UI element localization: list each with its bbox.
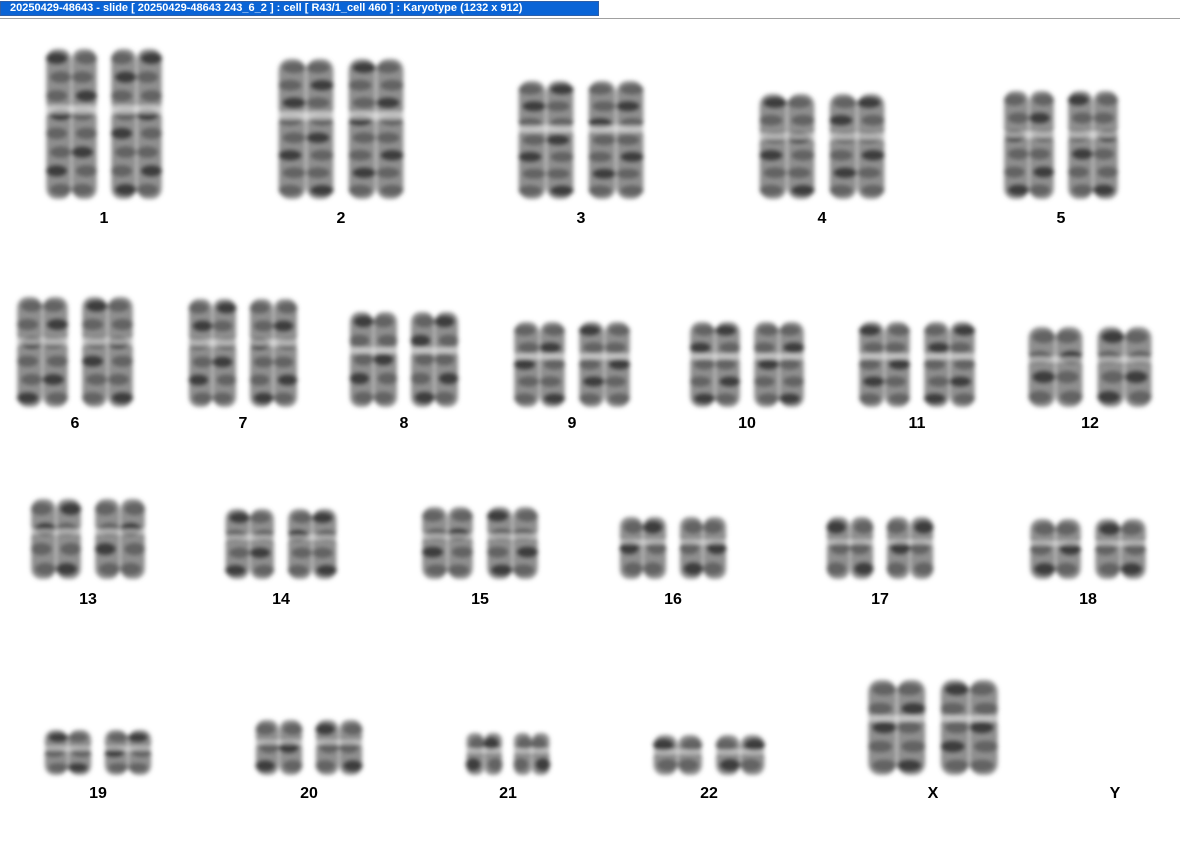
chromosome-9-b[interactable] [572,322,637,407]
chromosome-label-9: 9 [567,415,577,432]
chromosome-11-b[interactable] [917,322,982,407]
chromosome-21-b[interactable] [508,733,555,775]
chromosome-label-11: 11 [908,415,926,432]
chromosome-label-x: X [927,785,939,802]
chromosome-12-b[interactable] [1089,327,1160,407]
window-title-bar: 20250429-48643 - slide [ 20250429-48643 … [0,0,1180,19]
chromosome-1-a[interactable] [39,49,104,199]
chromosome-label-18: 18 [1079,591,1097,608]
chromosome-16-b[interactable] [673,517,733,579]
chromosome-3-b[interactable] [580,81,652,199]
chromosome-20-a[interactable] [249,720,309,775]
chromosome-14-a[interactable] [218,509,281,579]
chromosome-2-a[interactable] [270,59,342,199]
chromosome-10-a[interactable] [683,322,747,407]
window-title[interactable]: 20250429-48643 - slide [ 20250429-48643 … [0,1,599,16]
chromosome-label-7: 7 [238,415,248,432]
chromosome-X-b[interactable] [932,680,1006,775]
chromosome-6-a[interactable] [10,297,75,407]
chromosome-11-a[interactable] [852,322,917,407]
chromosome-22-a[interactable] [646,735,709,775]
chromosome-label-4: 4 [817,210,827,227]
chromosome-5-b[interactable] [1061,91,1125,199]
chromosome-13-a[interactable] [24,499,88,579]
chromosome-16-a[interactable] [613,517,673,579]
chromosome-7-b[interactable] [243,299,304,407]
chromosome-2-b[interactable] [340,59,412,199]
chromosome-label-21: 21 [499,785,517,802]
chromosome-label-10: 10 [738,415,756,432]
chromosome-8-b[interactable] [404,312,465,407]
chromosome-18-a[interactable] [1023,519,1088,579]
chromosome-4-a[interactable] [751,94,823,199]
chromosome-label-19: 19 [89,785,107,802]
chromosome-label-17: 17 [871,591,889,608]
chromosome-label-3: 3 [576,210,586,227]
chromosome-label-20: 20 [300,785,318,802]
chromosome-12-a[interactable] [1020,327,1091,407]
chromosome-label-15: 15 [471,591,489,608]
chromosome-label-13: 13 [79,591,97,608]
chromosome-label-2: 2 [336,210,346,227]
chromosome-label-14: 14 [272,591,290,608]
chromosome-19-a[interactable] [38,730,98,775]
chromosome-images [10,49,1160,775]
chromosome-22-b[interactable] [709,735,772,775]
chromosome-14-b[interactable] [281,509,344,579]
chromosome-9-a[interactable] [507,322,572,407]
chromosome-8-a[interactable] [343,312,404,407]
chromosome-3-a[interactable] [510,81,582,199]
chromosome-label-y: Y [1109,785,1121,802]
karyotype-canvas: 1 2 3 4 5 6 7 8 9 10 11 12 13 14 15 16 17 18 19 20 21 22 X Y [0,19,1180,846]
chromosome-4-b[interactable] [821,94,893,199]
chromosome-13-b[interactable] [88,499,152,579]
chromosome-18-b[interactable] [1088,519,1153,579]
chromosome-label-16: 16 [664,591,682,608]
chromosome-X-a[interactable] [860,680,934,775]
chromosome-5-a[interactable] [997,91,1061,199]
chromosome-label-22: 22 [700,785,718,802]
chromosome-10-b[interactable] [747,322,811,407]
chromosome-label-1: 1 [99,210,109,227]
chromosome-17-a[interactable] [820,517,880,579]
chromosome-19-b[interactable] [98,730,158,775]
chromosome-17-b[interactable] [880,517,940,579]
chromosome-21-a[interactable] [461,733,508,775]
chromosome-7-a[interactable] [182,299,243,407]
chromosome-label-8: 8 [399,415,409,432]
chromosome-15-a[interactable] [415,507,480,579]
chromosome-label-6: 6 [70,415,80,432]
chromosome-20-b[interactable] [309,720,369,775]
chromosome-6-b[interactable] [75,297,140,407]
chromosome-1-b[interactable] [104,49,169,199]
chromosome-label-12: 12 [1081,415,1099,432]
chromosome-label-5: 5 [1056,210,1066,227]
chromosome-15-b[interactable] [480,507,545,579]
